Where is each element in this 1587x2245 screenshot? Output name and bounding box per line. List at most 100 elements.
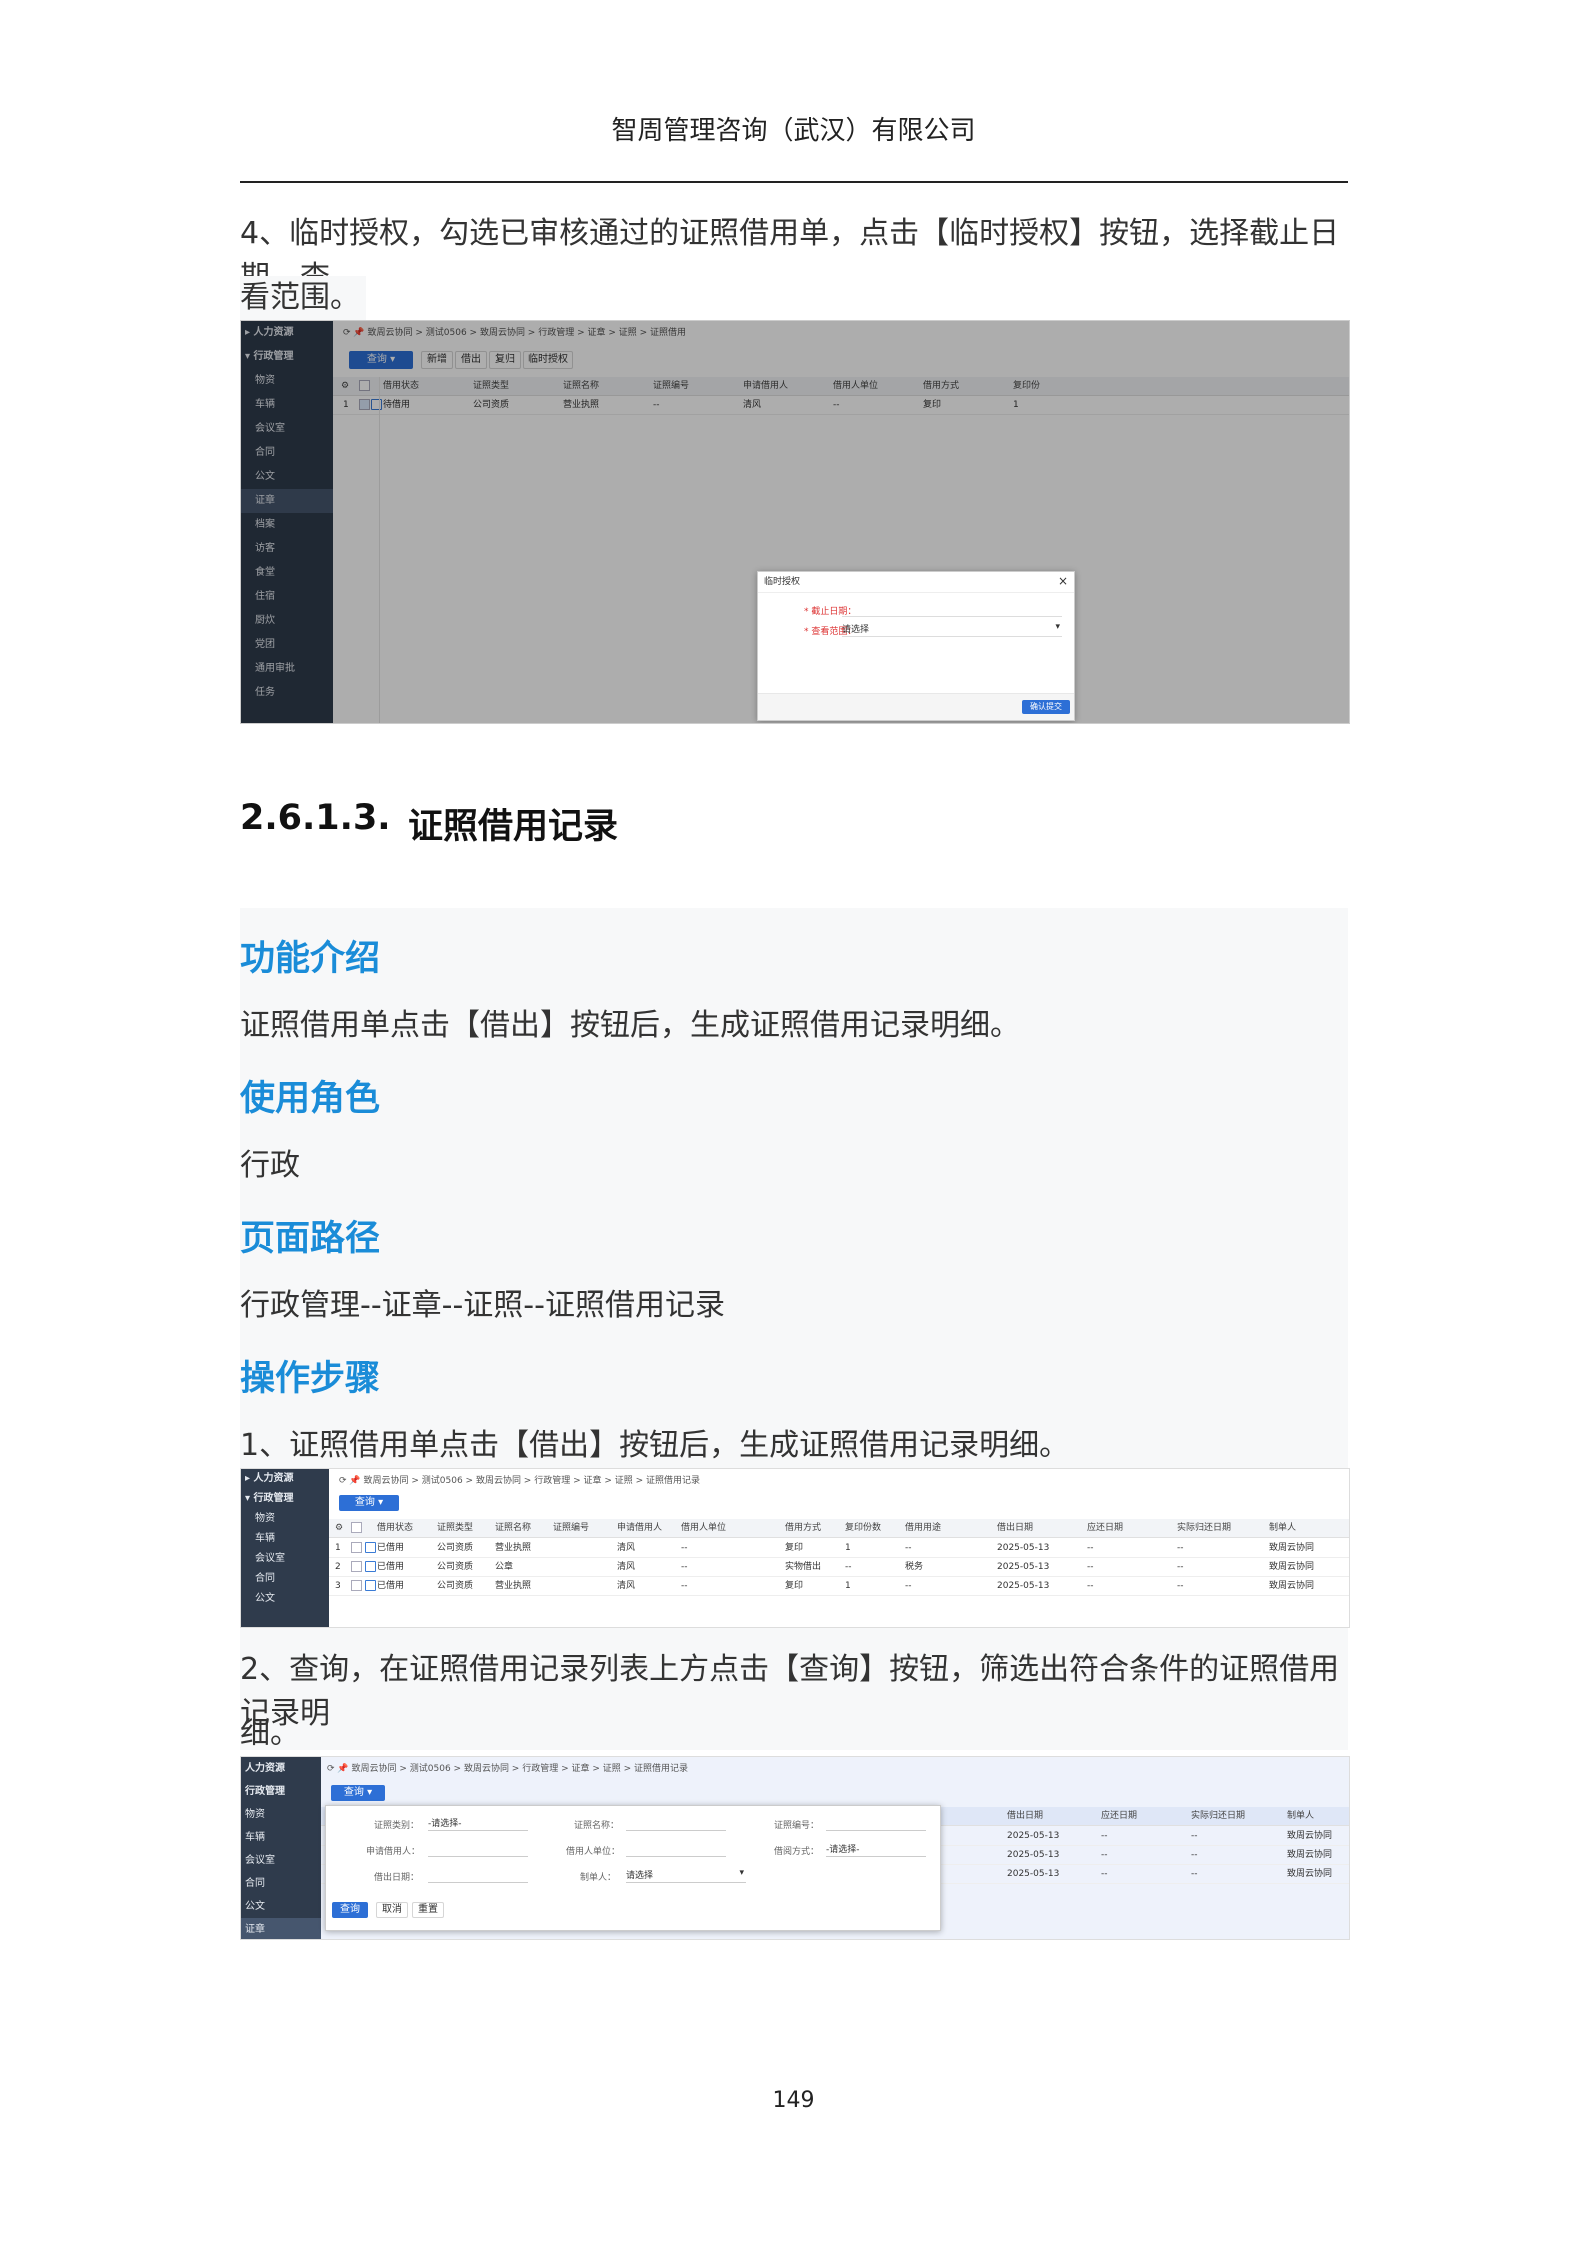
step2-line2: 细。 bbox=[240, 1716, 300, 1751]
header-divider bbox=[240, 181, 1348, 183]
sidebar-item[interactable]: 会议室 bbox=[241, 1549, 329, 1569]
document-icon[interactable] bbox=[365, 1542, 376, 1553]
col-header[interactable]: 借用用途 bbox=[905, 1519, 941, 1537]
sidebar-item[interactable]: 车辆 bbox=[241, 1529, 329, 1549]
section-title: 证照借用记录 bbox=[408, 807, 619, 847]
method-select[interactable]: -请选择- bbox=[826, 1842, 926, 1857]
unit-input[interactable] bbox=[626, 1842, 726, 1857]
table-row[interactable]: 2 已借用 公司资质 公章 清风 -- 实物借出 -- 税务 2025-05-1… bbox=[329, 1558, 1349, 1577]
col-header[interactable]: 实际归还日期 bbox=[1177, 1519, 1231, 1537]
lend-date-input[interactable] bbox=[428, 1868, 528, 1883]
step1-text: 1、证照借用单点击【借出】按钮后，生成证照借用记录明细。 bbox=[240, 1428, 1070, 1463]
screenshot-query-panel: 人力资源 行政管理 物资 车辆 会议室 合同 公文 证章 ⟳ 📌 致周云协同 >… bbox=[240, 1756, 1350, 1940]
document-icon[interactable] bbox=[365, 1561, 376, 1572]
type-label: 证照类别： bbox=[374, 1821, 420, 1831]
sidebar-item[interactable]: 合同 bbox=[241, 1569, 329, 1589]
col-header[interactable]: 借用方式 bbox=[785, 1519, 821, 1537]
sidebar-item[interactable]: 会议室 bbox=[241, 1849, 321, 1872]
sidebar: ▸ 人力资源 ▾ 行政管理 物资 车辆 会议室 合同 公文 bbox=[241, 1469, 329, 1627]
type-select[interactable]: -请选择- bbox=[428, 1816, 528, 1831]
pin-icon[interactable]: 📌 bbox=[337, 1764, 348, 1774]
col-header[interactable]: 制单人 bbox=[1287, 1807, 1314, 1825]
name-input[interactable] bbox=[626, 1816, 726, 1831]
creator-label: 制单人： bbox=[580, 1873, 617, 1883]
section-number: 2.6.1.3. bbox=[240, 798, 391, 838]
role-heading: 使用角色 bbox=[240, 1079, 381, 1119]
sidebar-item[interactable]: 公文 bbox=[241, 1895, 321, 1918]
steps-heading: 操作步骤 bbox=[240, 1359, 381, 1399]
refresh-icon[interactable]: ⟳ bbox=[327, 1764, 335, 1774]
unit-label: 借用人单位： bbox=[566, 1847, 621, 1857]
row-checkbox[interactable] bbox=[351, 1542, 362, 1553]
screenshot-borrow-records: ▸ 人力资源 ▾ 行政管理 物资 车辆 会议室 合同 公文 ⟳ 📌 致周云协同 … bbox=[240, 1468, 1350, 1628]
table-row[interactable]: 3 已借用 公司资质 营业执照 清风 -- 复印 1 -- 2025-05-13… bbox=[329, 1577, 1349, 1596]
col-header[interactable]: 借出日期 bbox=[997, 1519, 1033, 1537]
applicant-label: 申请借用人： bbox=[366, 1847, 421, 1857]
sidebar-group-hr[interactable]: ▸ 人力资源 bbox=[241, 1469, 329, 1489]
temp-auth-dialog: 临时授权 × * 截止日期： * 查看范围： 请选择 ▾ 确认提交 bbox=[757, 571, 1075, 721]
col-header[interactable]: 证照类型 bbox=[437, 1519, 473, 1537]
col-header[interactable]: 应还日期 bbox=[1101, 1807, 1137, 1825]
col-header[interactable]: 实际归还日期 bbox=[1191, 1807, 1245, 1825]
chevron-down-icon: ▾ bbox=[739, 1868, 744, 1878]
breadcrumb: ⟳ 📌 致周云协同 > 测试0506 > 致周云协同 > 行政管理 > 证章 >… bbox=[339, 1476, 700, 1486]
main-area: ⟳ 📌 致周云协同 > 测试0506 > 致周云协同 > 行政管理 > 证章 >… bbox=[329, 1469, 1349, 1627]
func-text: 证照借用单点击【借出】按钮后，生成证照借用记录明细。 bbox=[240, 1008, 1020, 1043]
refresh-icon[interactable]: ⟳ bbox=[339, 1476, 347, 1486]
company-header: 智周管理咨询（武汉）有限公司 bbox=[611, 116, 976, 146]
submit-button[interactable]: 确认提交 bbox=[1022, 700, 1070, 714]
close-icon[interactable]: × bbox=[1058, 574, 1068, 588]
row-checkbox[interactable] bbox=[351, 1561, 362, 1572]
path-text: 行政管理--证章--证照--证照借用记录 bbox=[240, 1288, 725, 1323]
dialog-title: 临时授权 bbox=[758, 572, 1074, 593]
creator-select[interactable]: 请选择 ▾ bbox=[626, 1868, 746, 1883]
col-header[interactable]: 借出日期 bbox=[1007, 1807, 1043, 1825]
table-row[interactable]: 1 已借用 公司资质 营业执照 清风 -- 复印 1 -- 2025-05-13… bbox=[329, 1539, 1349, 1558]
sidebar-item[interactable]: 车辆 bbox=[241, 1826, 321, 1849]
select-all-checkbox[interactable] bbox=[351, 1522, 362, 1533]
name-label: 证照名称： bbox=[574, 1821, 620, 1831]
step4-line2: 看范围。 bbox=[240, 276, 366, 320]
reset-button[interactable]: 重置 bbox=[412, 1902, 444, 1918]
role-text: 行政 bbox=[240, 1148, 300, 1183]
pin-icon[interactable]: 📌 bbox=[349, 1476, 360, 1486]
sidebar-group-admin[interactable]: 行政管理 bbox=[241, 1780, 321, 1803]
sidebar-group-hr[interactable]: 人力资源 bbox=[241, 1757, 321, 1780]
sidebar: 人力资源 行政管理 物资 车辆 会议室 合同 公文 证章 bbox=[241, 1757, 321, 1939]
col-header[interactable]: 借用人单位 bbox=[681, 1519, 726, 1537]
query-panel: 证照类别： -请选择- 证照名称： 证照编号： 申请借用人： 借用人单位： 借阅… bbox=[325, 1805, 941, 1931]
query-button[interactable]: 查询 ▾ bbox=[339, 1495, 399, 1511]
col-header[interactable]: 复印份数 bbox=[845, 1519, 881, 1537]
col-header[interactable]: 证照编号 bbox=[553, 1519, 589, 1537]
sidebar-item[interactable]: 合同 bbox=[241, 1872, 321, 1895]
sidebar-item-active[interactable]: 证章 bbox=[241, 1918, 321, 1939]
row-checkbox[interactable] bbox=[351, 1580, 362, 1591]
settings-icon[interactable]: ⚙ bbox=[335, 1519, 343, 1537]
col-header[interactable]: 申请借用人 bbox=[617, 1519, 662, 1537]
step4-line1: 4、临时授权，勾选已审核通过的证照借用单，点击【临时授权】按钮，选择截止日期、查 bbox=[240, 216, 1340, 295]
chevron-down-icon: ▾ bbox=[378, 1497, 384, 1508]
col-header[interactable]: 制单人 bbox=[1269, 1519, 1296, 1537]
cancel-button[interactable]: 取消 bbox=[376, 1902, 408, 1918]
scope-select[interactable]: 请选择 ▾ bbox=[842, 622, 1062, 637]
query-button[interactable]: 查询 ▾ bbox=[331, 1785, 385, 1801]
main-area: ⟳ 📌 致周云协同 > 测试0506 > 致周云协同 > 行政管理 > 证章 >… bbox=[321, 1757, 1349, 1939]
sidebar-item[interactable]: 公文 bbox=[241, 1589, 329, 1609]
func-heading: 功能介绍 bbox=[240, 939, 381, 979]
code-label: 证照编号： bbox=[774, 1821, 820, 1831]
screenshot-temp-auth: ▸ 人力资源 ▾ 行政管理 物资 车辆 会议室 合同 公文 证章 档案 访客 食… bbox=[240, 320, 1350, 724]
document-icon[interactable] bbox=[365, 1580, 376, 1591]
sidebar-group-admin[interactable]: ▾ 行政管理 bbox=[241, 1489, 329, 1509]
deadline-input[interactable] bbox=[842, 602, 1062, 617]
panel-query-button[interactable]: 查询 bbox=[332, 1902, 368, 1918]
col-header[interactable]: 证照名称 bbox=[495, 1519, 531, 1537]
col-header[interactable]: 借用状态 bbox=[377, 1519, 413, 1537]
lend-date-label: 借出日期： bbox=[374, 1873, 420, 1883]
table-header: ⚙ 借用状态 证照类型 证照名称 证照编号 申请借用人 借用人单位 借用方式 复… bbox=[329, 1519, 1349, 1538]
sidebar-item[interactable]: 物资 bbox=[241, 1509, 329, 1529]
applicant-input[interactable] bbox=[428, 1842, 528, 1857]
col-header[interactable]: 应还日期 bbox=[1087, 1519, 1123, 1537]
sidebar-item[interactable]: 物资 bbox=[241, 1803, 321, 1826]
chevron-down-icon: ▾ bbox=[367, 1787, 373, 1798]
code-input[interactable] bbox=[826, 1816, 926, 1831]
